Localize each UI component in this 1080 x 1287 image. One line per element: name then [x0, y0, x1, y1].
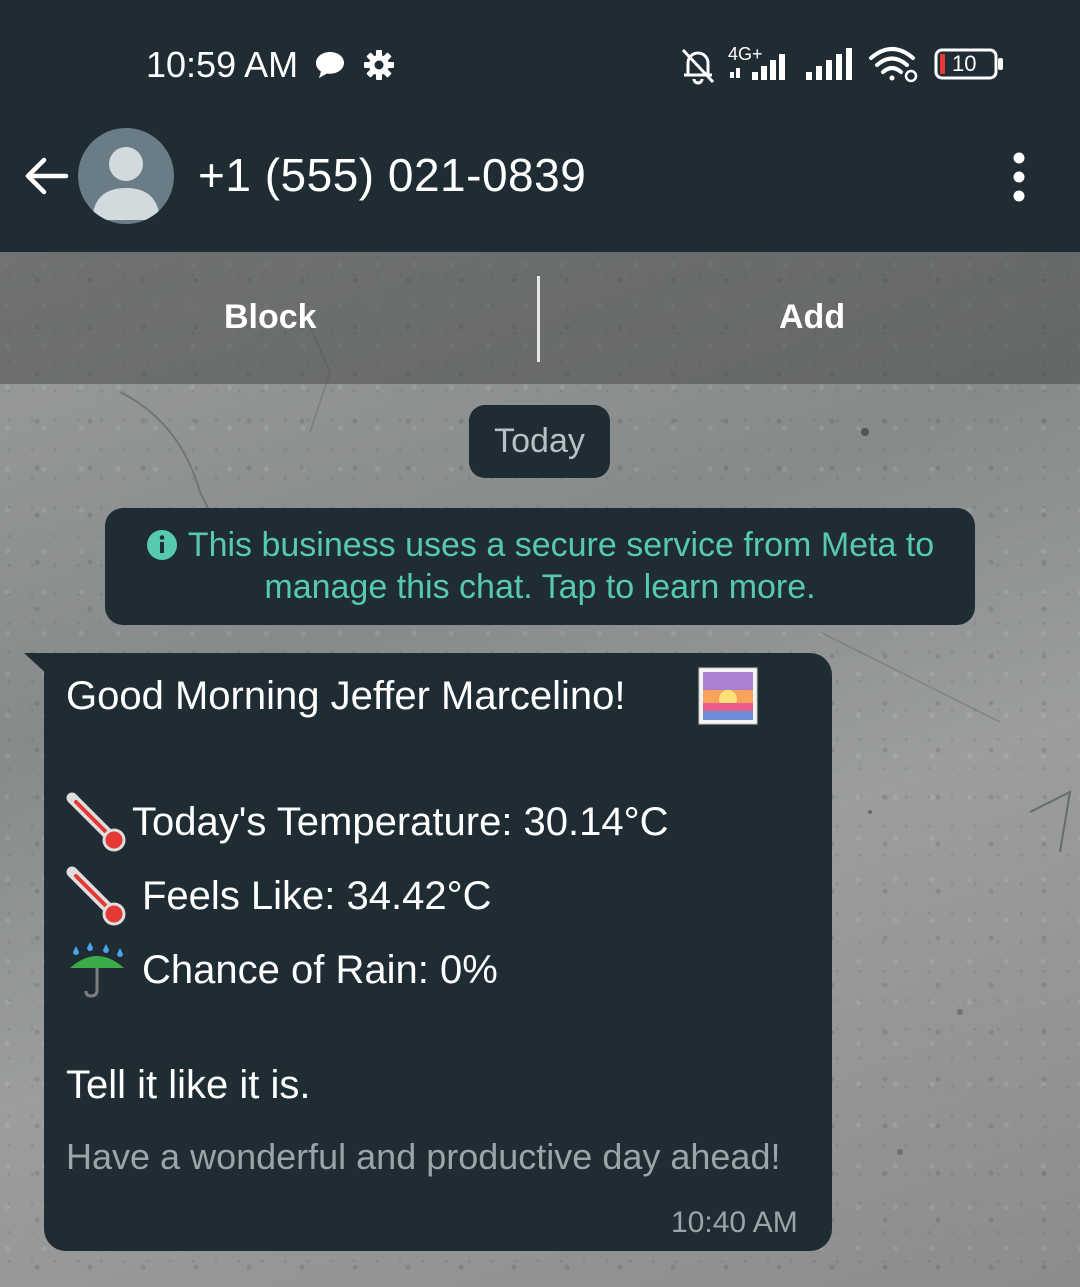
bell-off-icon — [678, 45, 718, 90]
chat-screen: 10:59 AM 4G+ 10 +1 (555) 021-0839 Block … — [0, 0, 1080, 1287]
umbrella-rain-emoji — [66, 940, 128, 1007]
add-button[interactable]: Add — [779, 298, 845, 337]
info-banner-line-1: This business uses a secure service from… — [105, 524, 975, 566]
message-quote: Tell it like it is. — [66, 1063, 311, 1107]
sunrise-emoji — [698, 667, 758, 730]
message-feels-like: Feels Like: 34.42°C — [142, 874, 492, 918]
contact-title[interactable]: +1 (555) 021-0839 — [198, 148, 586, 202]
chat-header: +1 (555) 021-0839 — [0, 120, 1080, 252]
battery-level: 10 — [952, 51, 977, 76]
avatar[interactable] — [78, 128, 174, 224]
action-divider — [537, 276, 540, 362]
encryption-info-banner[interactable]: This business uses a secure service from… — [105, 508, 975, 625]
message-timestamp: 10:40 AM — [671, 1206, 798, 1239]
signal-icon — [806, 48, 858, 87]
status-bar: 10:59 AM 4G+ 10 — [0, 0, 1080, 120]
thermometer-emoji — [66, 864, 128, 931]
date-chip: Today — [469, 405, 610, 478]
contact-action-bar: Block Add — [0, 252, 1080, 384]
info-banner-text-1: This business uses a secure service from… — [187, 526, 935, 564]
more-vertical-icon[interactable] — [1002, 150, 1036, 204]
info-banner-text-2: manage this chat. Tap to learn more. — [264, 568, 816, 606]
wifi-icon — [868, 46, 922, 89]
signal-icon — [730, 48, 798, 87]
arrow-left-icon[interactable] — [20, 150, 72, 202]
message-rain: Chance of Rain: 0% — [142, 948, 498, 992]
thermometer-emoji — [66, 790, 128, 857]
gear-icon — [362, 48, 396, 87]
message-closing: Have a wonderful and productive day ahea… — [66, 1136, 781, 1177]
block-button[interactable]: Block — [224, 298, 317, 337]
message-greeting: Good Morning Jeffer Marcelino! — [66, 674, 626, 718]
chat-bubble-icon — [314, 50, 346, 85]
status-time: 10:59 AM — [146, 44, 299, 85]
info-icon — [146, 529, 178, 561]
message-temperature: Today's Temperature: 30.14°C — [132, 800, 669, 844]
